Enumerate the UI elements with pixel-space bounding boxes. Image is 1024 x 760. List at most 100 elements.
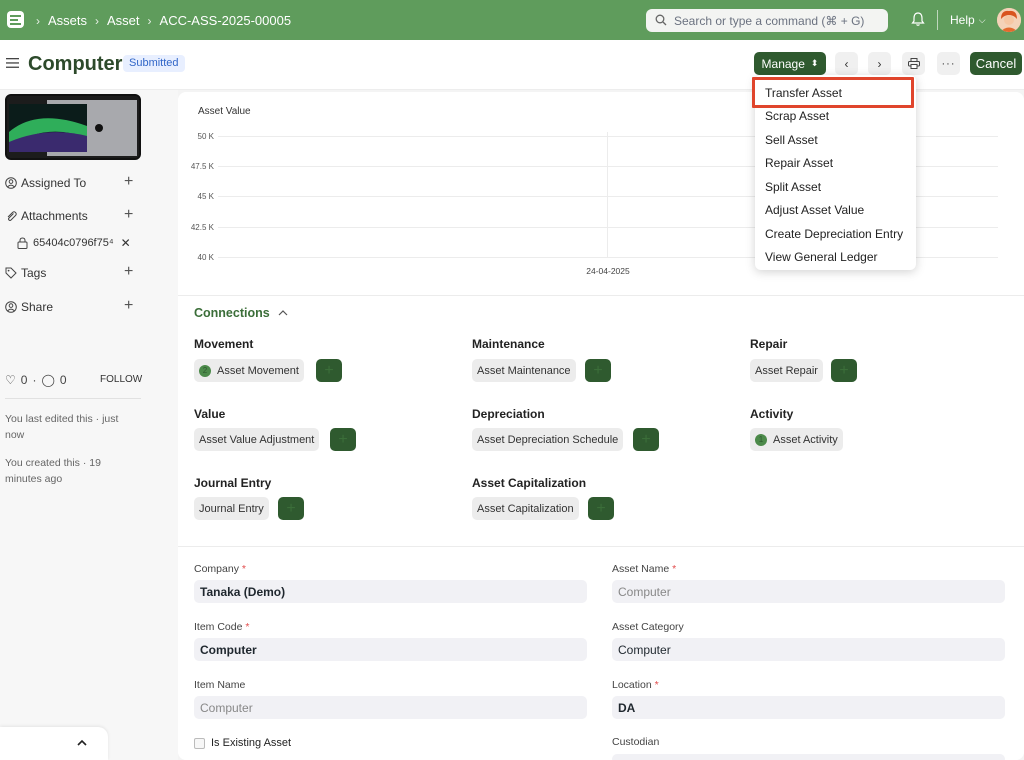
help-dropdown[interactable]: Help ⌵ — [950, 13, 986, 27]
checkbox-box[interactable] — [194, 737, 205, 749]
search-input[interactable]: Search or type a command (⌘ + G) — [646, 9, 888, 32]
asset-name-field[interactable]: Computer — [612, 580, 1005, 603]
company-label: Company * — [194, 563, 246, 575]
custodian-label: Custodian — [612, 736, 660, 748]
connection-group-title: Activity — [750, 407, 794, 421]
heart-icon[interactable]: ♡ — [5, 373, 16, 387]
manage-button[interactable]: Manage ⬍ — [754, 52, 826, 75]
navbar-divider — [937, 10, 938, 30]
menu-item-split-asset[interactable]: Split Asset — [765, 180, 821, 194]
manage-label: Manage — [761, 56, 805, 71]
connection-group-title: Repair — [750, 337, 788, 351]
add-asset-repair-button[interactable]: + — [831, 359, 857, 382]
asset-repair-link[interactable]: Asset Repair — [750, 359, 823, 382]
tags-label: Tags — [21, 266, 47, 280]
likes-comments: ♡ 0 · ◯ 0 — [5, 373, 67, 387]
add-attachment-icon[interactable]: + — [124, 206, 133, 224]
manage-dropdown-menu: Transfer Asset Scrap Asset Sell Asset Re… — [752, 75, 916, 270]
add-tag-icon[interactable]: + — [124, 263, 133, 281]
asset-value-adjustment-link[interactable]: Asset Value Adjustment — [194, 428, 320, 451]
share-row: Share — [5, 300, 53, 314]
chevron-down-icon: ⌵ — [978, 14, 986, 25]
is-existing-asset-checkbox[interactable]: Is Existing Asset — [194, 737, 291, 749]
y-tick-label: 47.5 K — [190, 162, 214, 171]
asset-capitalization-link[interactable]: Asset Capitalization — [472, 497, 579, 520]
menu-item-view-general-ledger[interactable]: View General Ledger — [765, 250, 878, 264]
x-tick-label: 24-04-2025 — [586, 266, 630, 276]
asset-category-field[interactable]: Computer — [612, 638, 1005, 661]
count-badge: 2 — [199, 364, 211, 377]
breadcrumb: › Assets › Asset › ACC-ASS-2025-00005 — [36, 13, 291, 28]
breadcrumb-asset[interactable]: Asset — [107, 13, 140, 28]
help-label: Help — [950, 13, 975, 27]
print-button[interactable] — [902, 52, 925, 75]
add-assignment-icon[interactable]: + — [124, 173, 133, 191]
chevron-right-icon: › — [877, 56, 882, 71]
journal-entry-link[interactable]: Journal Entry — [194, 497, 269, 520]
app-logo-icon[interactable] — [7, 11, 24, 28]
menu-item-create-depreciation-entry[interactable]: Create Depreciation Entry — [765, 227, 903, 241]
add-share-icon[interactable]: + — [124, 297, 133, 315]
add-asset-capitalization-button[interactable]: + — [588, 497, 614, 520]
menu-item-sell-asset[interactable]: Sell Asset — [765, 133, 818, 147]
search-placeholder: Search or type a command (⌘ + G) — [674, 13, 865, 28]
add-asset-depreciation-schedule-button[interactable]: + — [633, 428, 659, 451]
asset-movement-link[interactable]: 2 Asset Movement — [194, 359, 304, 382]
menu-item-scrap-asset[interactable]: Scrap Asset — [765, 109, 829, 123]
status-badge: Submitted — [123, 55, 185, 72]
attachment-item[interactable]: 65404c0796f75⁴ ✕ — [17, 236, 131, 250]
breadcrumb-assets[interactable]: Assets — [48, 13, 87, 28]
next-record-button[interactable]: › — [868, 52, 891, 75]
asset-depreciation-schedule-link[interactable]: Asset Depreciation Schedule — [472, 428, 624, 451]
item-code-field[interactable]: Computer — [194, 638, 587, 661]
follow-button[interactable]: FOLLOW — [100, 374, 142, 385]
sidebar-collapse-bar[interactable] — [0, 727, 108, 760]
item-name-field[interactable]: Computer — [194, 696, 587, 719]
more-horizontal-icon: ··· — [941, 57, 956, 70]
y-tick-label: 45 K — [197, 192, 214, 201]
previous-record-button[interactable]: ‹ — [835, 52, 858, 75]
avatar[interactable] — [997, 8, 1021, 32]
connection-group-title: Movement — [194, 337, 254, 351]
asset-image[interactable] — [5, 94, 141, 160]
attachment-filename[interactable]: 65404c0796f75⁴ — [33, 237, 114, 249]
tags-row: Tags — [5, 266, 46, 280]
asset-maintenance-link[interactable]: Asset Maintenance — [472, 359, 576, 382]
add-asset-value-adjustment-button[interactable]: + — [330, 428, 356, 451]
add-asset-maintenance-button[interactable]: + — [585, 359, 611, 382]
menu-item-transfer-asset[interactable]: Transfer Asset — [765, 86, 842, 100]
location-field[interactable]: DA — [612, 696, 1005, 719]
item-name-label: Item Name — [194, 679, 246, 691]
chart-x-gridline — [607, 132, 608, 258]
hamburger-menu-icon[interactable] — [6, 57, 19, 69]
cancel-button[interactable]: Cancel — [970, 52, 1022, 75]
is-existing-asset-label: Is Existing Asset — [211, 737, 292, 749]
connections-header[interactable]: Connections — [194, 306, 288, 320]
attachments-row: Attachments — [5, 209, 88, 223]
top-navbar: › Assets › Asset › ACC-ASS-2025-00005 Se… — [0, 0, 1024, 40]
share-label: Share — [21, 300, 54, 314]
connection-group-title: Journal Entry — [194, 476, 272, 490]
remove-attachment-icon[interactable]: ✕ — [121, 236, 131, 250]
asset-activity-link[interactable]: 1 Asset Activity — [750, 428, 843, 451]
menu-item-adjust-asset-value[interactable]: Adjust Asset Value — [765, 203, 864, 217]
connection-group-title: Depreciation — [472, 407, 545, 421]
menu-item-repair-asset[interactable]: Repair Asset — [765, 156, 833, 170]
count-badge: 1 — [755, 433, 767, 446]
section-divider — [178, 295, 1024, 296]
comment-icon[interactable]: ◯ — [41, 373, 54, 387]
section-divider — [178, 546, 1024, 547]
chart-title: Asset Value — [198, 106, 251, 117]
search-icon — [655, 14, 667, 26]
add-asset-movement-button[interactable]: + — [316, 359, 342, 382]
user-assign-icon — [5, 177, 17, 189]
company-field[interactable]: Tanaka (Demo) — [194, 580, 587, 603]
breadcrumb-record[interactable]: ACC-ASS-2025-00005 — [160, 13, 292, 28]
custodian-field[interactable] — [612, 754, 1005, 760]
bell-icon[interactable] — [911, 12, 925, 27]
more-options-button[interactable]: ··· — [937, 52, 960, 75]
assigned-to-row[interactable]: Assigned To — [5, 176, 86, 190]
add-journal-entry-button[interactable]: + — [278, 497, 304, 520]
chevron-left-icon: ‹ — [844, 56, 849, 71]
asset-name-label: Asset Name * — [612, 563, 677, 575]
